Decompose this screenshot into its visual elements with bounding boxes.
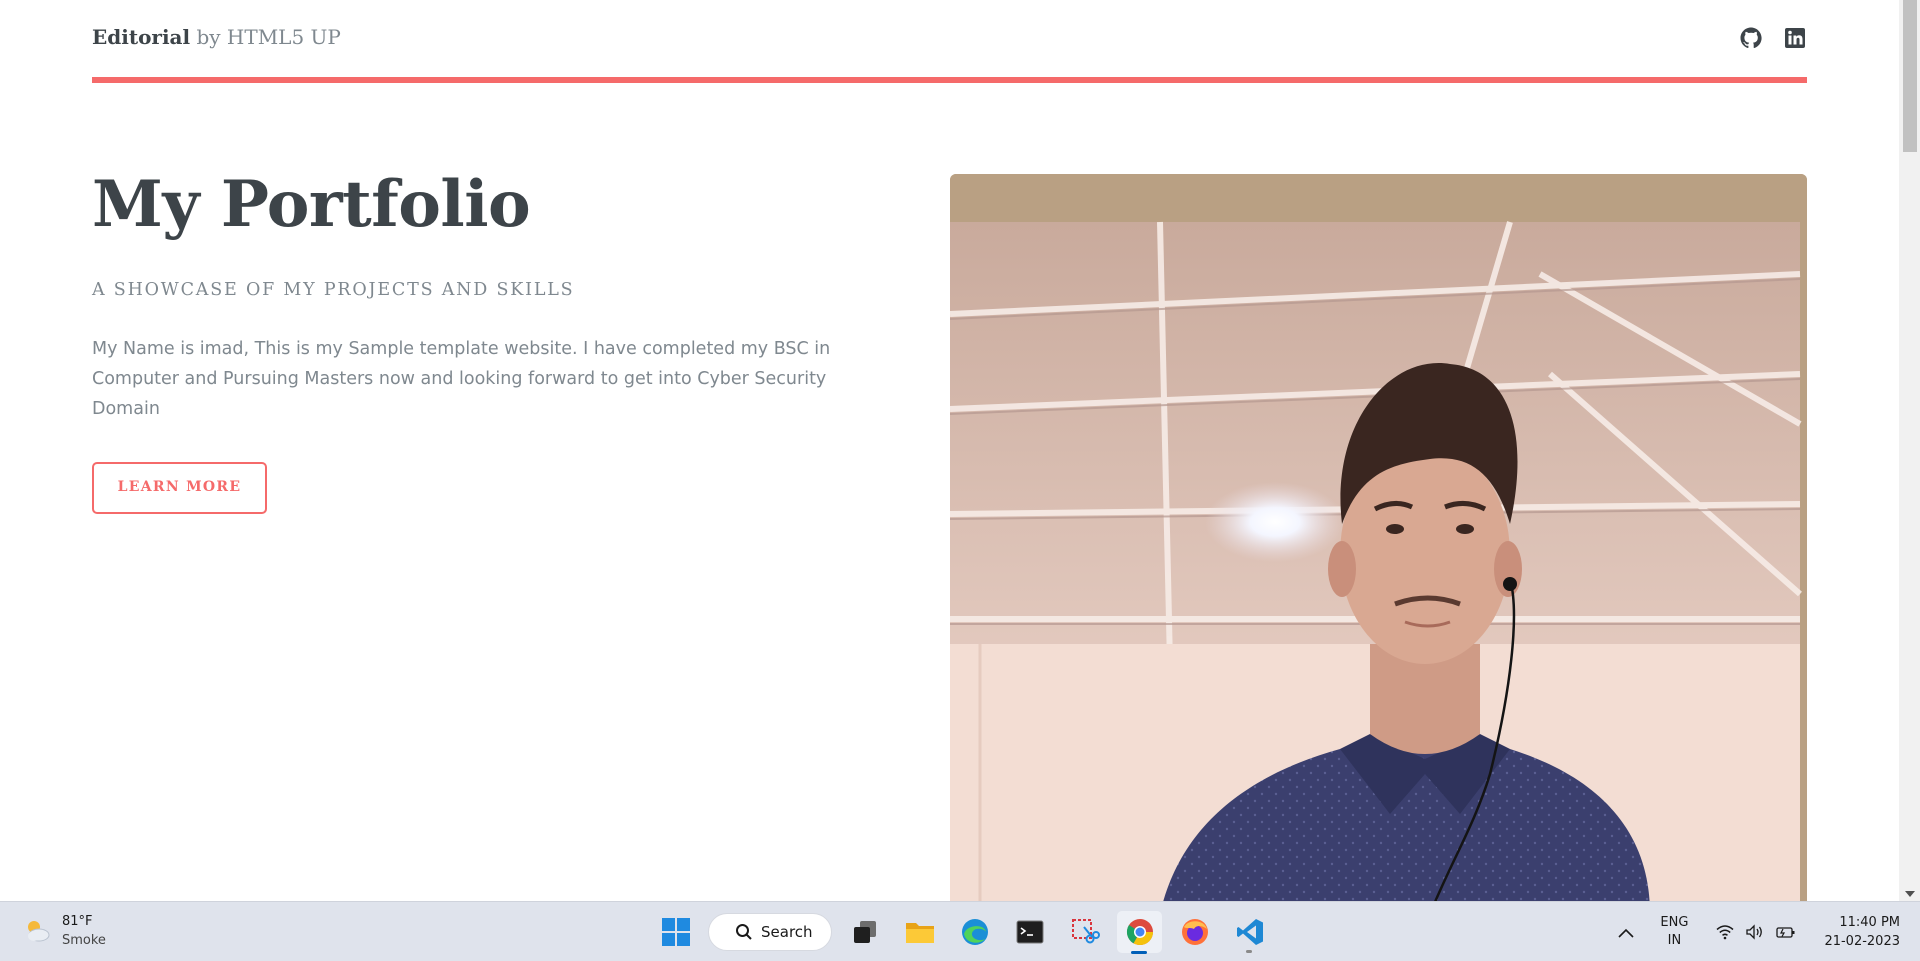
search-label: Search (761, 923, 813, 941)
windows-start-icon[interactable] (653, 911, 698, 953)
running-app-indicator (1246, 950, 1252, 953)
linkedin-icon[interactable] (1783, 26, 1807, 50)
clock[interactable]: 11:40 PM 21-02-2023 (1824, 913, 1900, 951)
github-icon[interactable] (1739, 26, 1763, 50)
banner-content: My Portfolio A showcase of my projects a… (92, 167, 852, 515)
weather-temp: 81°F (62, 914, 93, 929)
site-logo[interactable]: Editorial by HTML5 UP (92, 25, 341, 49)
vscode-icon[interactable] (1227, 911, 1272, 953)
taskbar-search-button[interactable]: Search (708, 913, 832, 951)
system-tray: ENG IN 11:40 PM 21-02-2023 (1618, 902, 1920, 961)
weather-widget[interactable]: 81°F Smoke (22, 912, 106, 950)
page-scrollbar[interactable] (1899, 0, 1920, 901)
show-hidden-icons-chevron-icon[interactable] (1618, 923, 1634, 942)
page-subtitle: A showcase of my projects and skills (92, 280, 575, 301)
scroll-down-arrow-icon[interactable] (1905, 891, 1915, 897)
profile-photo (950, 174, 1807, 901)
clock-date: 21-02-2023 (1824, 934, 1900, 949)
quick-settings[interactable] (1716, 924, 1796, 940)
site-header: Editorial by HTML5 UP (92, 0, 1807, 83)
language-indicator[interactable]: ENG IN (1660, 914, 1688, 950)
wifi-icon (1716, 925, 1734, 940)
logo-bold: Editorial (92, 25, 191, 49)
snipping-tool-icon[interactable] (1062, 911, 1107, 953)
learn-more-button[interactable]: LEARN MORE (92, 462, 267, 515)
battery-icon (1776, 927, 1795, 938)
lang-line1: ENG (1660, 915, 1689, 930)
weather-desc: Smoke (62, 933, 106, 948)
active-app-indicator (1131, 951, 1147, 954)
lang-line2: IN (1667, 933, 1682, 948)
windows-taskbar: 81°F Smoke Search ENG IN 11:40 PM 21-02-… (0, 901, 1920, 961)
volume-icon (1746, 924, 1763, 940)
task-view-icon[interactable] (842, 911, 887, 953)
chrome-icon[interactable] (1117, 911, 1162, 954)
page-title: My Portfolio (92, 167, 531, 242)
scroll-thumb[interactable] (1903, 0, 1917, 152)
social-links (1739, 26, 1807, 50)
logo-rest: by HTML5 UP (190, 25, 341, 49)
cloud-sun-icon (28, 921, 50, 942)
intro-text: My Name is imad, This is my Sample templ… (92, 339, 831, 420)
edge-icon[interactable] (952, 911, 997, 953)
taskbar-apps: Search (653, 911, 1272, 954)
clock-time: 11:40 PM (1839, 915, 1900, 930)
file-explorer-icon[interactable] (897, 911, 942, 953)
browser-page: Editorial by HTML5 UP My Portfolio A sho… (0, 0, 1899, 901)
search-icon (736, 924, 752, 940)
terminal-icon[interactable] (1007, 911, 1052, 953)
firefox-icon[interactable] (1172, 911, 1217, 953)
